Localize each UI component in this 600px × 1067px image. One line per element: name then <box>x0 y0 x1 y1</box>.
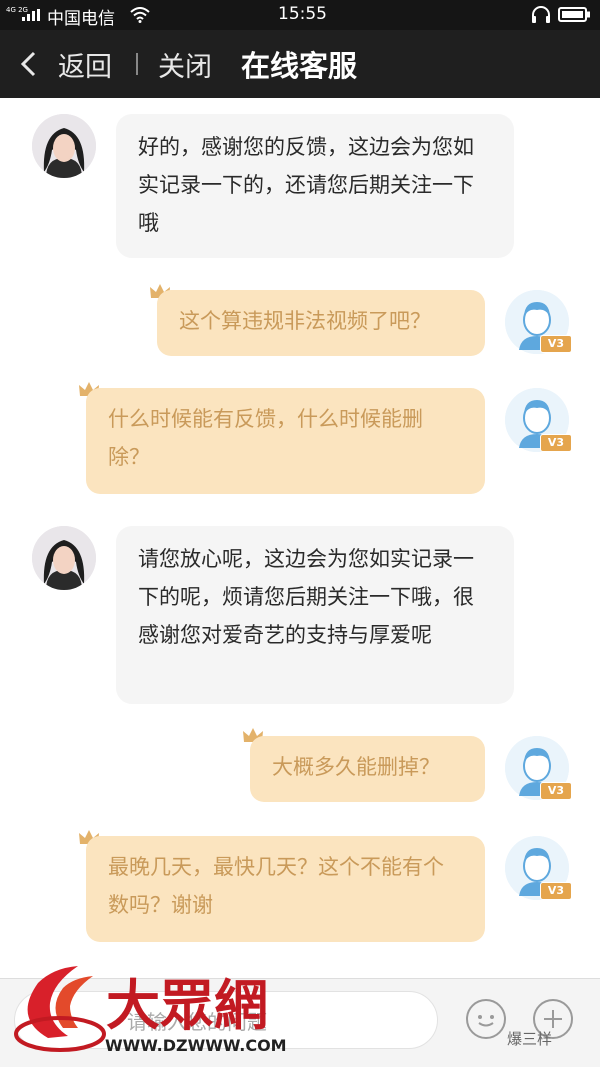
watermark-url: WWW.DZWWW.COM <box>105 1036 287 1055</box>
message-text: 最晚几天，最快几天？这个不能有个数吗？谢谢 <box>108 855 444 917</box>
back-button[interactable]: 返回 <box>58 45 112 84</box>
close-button[interactable]: 关闭 <box>158 45 212 84</box>
user-message-bubble: 什么时候能有反馈，什么时候能删除？ <box>86 388 485 494</box>
agent-avatar-icon <box>32 114 96 178</box>
emoji-button[interactable] <box>466 999 506 1039</box>
message-text: 大概多久能删掉？ <box>272 755 440 779</box>
watermark-account: 爆三样 <box>507 1030 553 1048</box>
wifi-icon <box>130 7 150 23</box>
clock: 15:55 <box>278 4 327 24</box>
user-message-bubble: 这个算违规非法视频了吧？ <box>157 290 485 356</box>
message-text: 这个算违规非法视频了吧？ <box>179 309 431 333</box>
emoji-icon <box>478 1015 494 1027</box>
battery-icon <box>558 7 590 22</box>
agent-avatar <box>32 114 96 178</box>
agent-message-bubble: 请您放心呢，这边会为您如实记录一下的呢，烦请您后期关注一下哦，很感谢您对爱奇艺的… <box>116 526 514 704</box>
agent-avatar-icon <box>32 526 96 590</box>
carrier-name: 中国电信 <box>47 9 115 29</box>
user-message-bubble: 最晚几天，最快几天？这个不能有个数吗？谢谢 <box>86 836 485 942</box>
agent-message-bubble: 好的，感谢您的反馈，这边会为您如实记录一下的，还请您后期关注一下哦 <box>116 114 514 258</box>
vip-badge: V3 <box>540 434 572 452</box>
vip-badge: V3 <box>540 882 572 900</box>
agent-avatar <box>32 526 96 590</box>
watermark-logo-text: 大眾網 <box>106 973 268 1037</box>
message-text: 好的，感谢您的反馈，这边会为您如实记录一下的，还请您后期关注一下哦 <box>138 135 474 235</box>
message-text: 请您放心呢，这边会为您如实记录一下的呢，烦请您后期关注一下哦，很感谢您对爱奇艺的… <box>138 547 474 647</box>
message-text: 什么时候能有反馈，什么时候能删除？ <box>108 407 423 469</box>
page-title: 在线客服 <box>241 49 358 83</box>
signal-icon <box>22 9 40 21</box>
headset-icon <box>532 6 550 23</box>
divider <box>136 53 138 75</box>
user-message-bubble: 大概多久能删掉？ <box>250 736 485 802</box>
status-bar: 4G 2G 中国电信 15:55 <box>0 0 600 30</box>
chevron-left-icon[interactable] <box>18 50 40 78</box>
vip-badge: V3 <box>540 335 572 353</box>
nav-bar: 返回 关闭 在线客服 <box>0 30 600 98</box>
vip-badge: V3 <box>540 782 572 800</box>
